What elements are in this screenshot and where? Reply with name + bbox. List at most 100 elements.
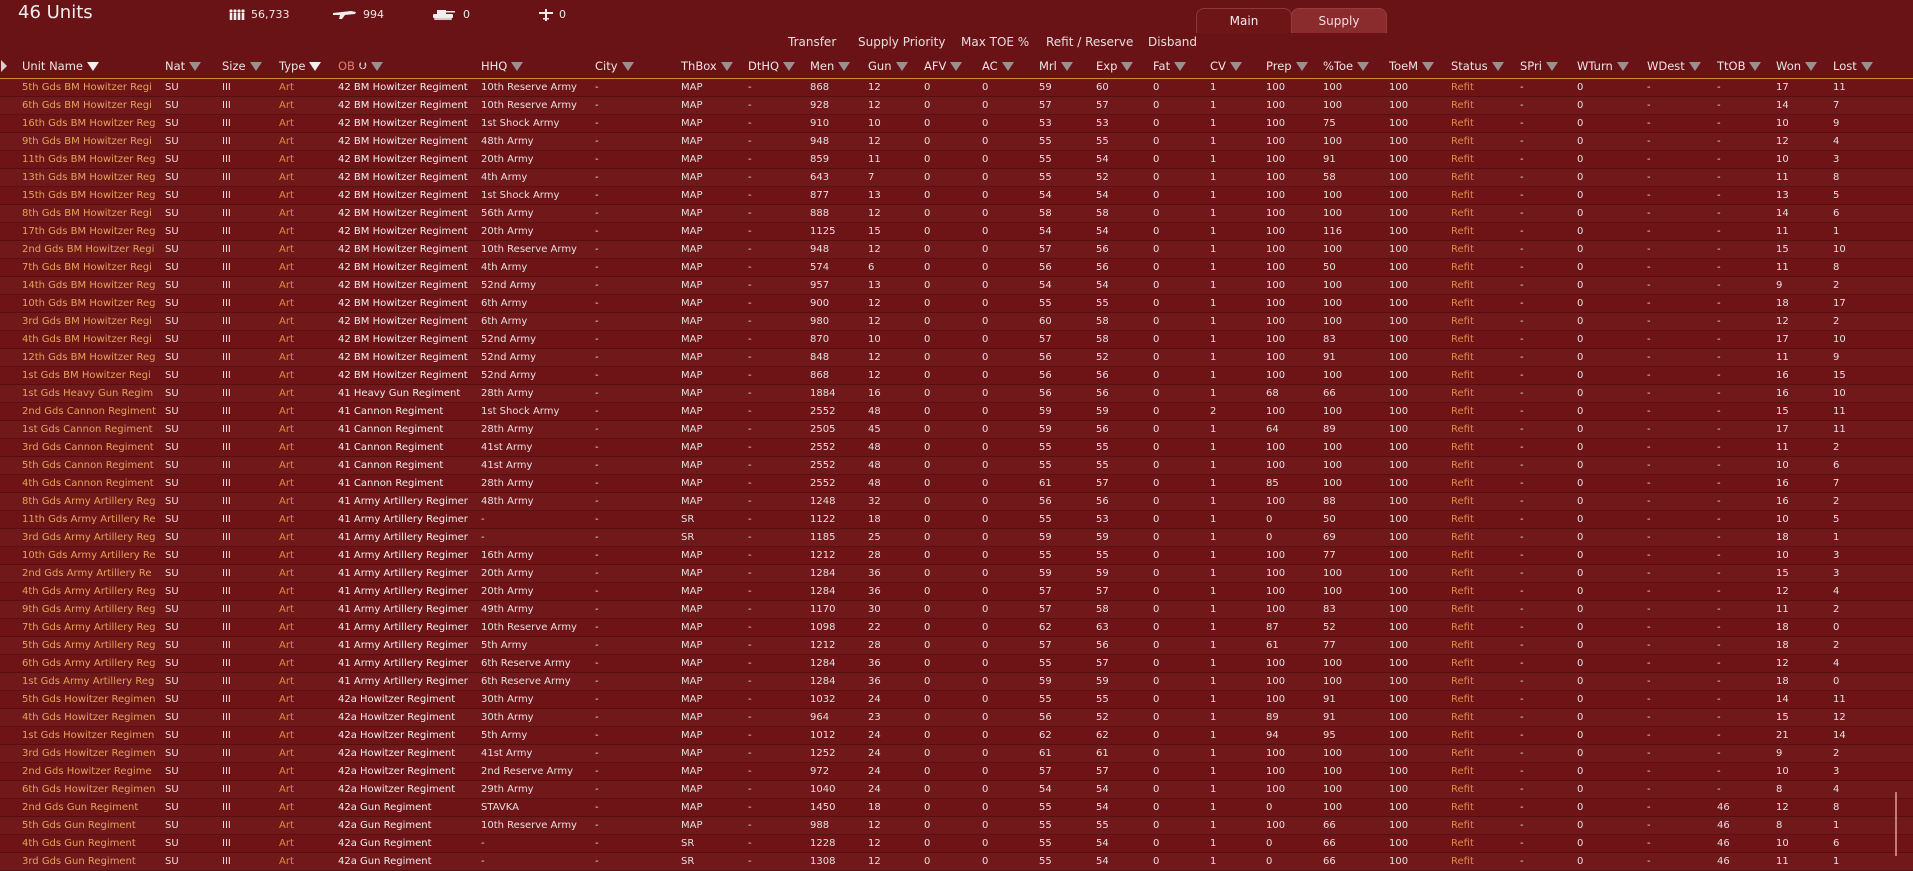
column-header-prep[interactable]: Prep [1266, 57, 1308, 75]
filter-icon[interactable] [1295, 61, 1308, 71]
cell-unit-name[interactable]: 16th Gds BM Howitzer Reg [22, 117, 158, 131]
table-row[interactable]: 4th Gds Gun Regiment SU III Art 42a Gun Regi… [0, 835, 1913, 853]
supply-priority-button[interactable]: Supply Priority [858, 35, 945, 49]
cell-unit-name[interactable]: 5th Gds Cannon Regiment [22, 459, 158, 473]
column-header-toem[interactable]: ToeM [1389, 57, 1435, 75]
cell-unit-name[interactable]: 9th Gds Army Artillery Reg [22, 603, 158, 617]
filter-icon[interactable] [838, 61, 851, 71]
column-header-afv[interactable]: AFV [924, 57, 963, 75]
filter-icon[interactable] [895, 61, 908, 71]
cell-unit-name[interactable]: 4th Gds Gun Regiment [22, 837, 158, 851]
filter-icon[interactable] [1688, 61, 1701, 71]
cell-unit-name[interactable]: 1st Gds BM Howitzer Regi [22, 369, 158, 383]
cell-unit-name[interactable]: 3rd Gds Gun Regiment [22, 855, 158, 869]
table-row[interactable]: 8th Gds Army Artillery Reg SU III Art 41 Arm… [0, 493, 1913, 511]
cell-unit-name[interactable]: 2nd Gds Gun Regiment [22, 801, 158, 815]
table-row[interactable]: 1st Gds BM Howitzer Regi SU III Art 42 BM Ho… [0, 367, 1913, 385]
filter-icon[interactable] [309, 61, 322, 71]
column-header-ac[interactable]: AC [982, 57, 1014, 75]
table-row[interactable]: 1st Gds Heavy Gun Regim SU III Art 41 Heavy … [0, 385, 1913, 403]
column-header-men[interactable]: Men [810, 57, 851, 75]
column-header-status[interactable]: Status [1451, 57, 1504, 75]
column-header-cv[interactable]: CV [1210, 57, 1242, 75]
cell-unit-name[interactable]: 3rd Gds BM Howitzer Regi [22, 315, 158, 329]
table-row[interactable]: 4th Gds Army Artillery Reg SU III Art 41 Arm… [0, 583, 1913, 601]
table-row[interactable]: 2nd Gds Cannon Regiment SU III Art 41 Cannon… [0, 403, 1913, 421]
cell-unit-name[interactable]: 3rd Gds Army Artillery Reg [22, 531, 158, 545]
filter-icon[interactable] [1060, 61, 1073, 71]
tab-supply[interactable]: Supply [1291, 8, 1387, 33]
cell-unit-name[interactable]: 6th Gds Howitzer Regimen [22, 783, 158, 797]
table-row[interactable]: 2nd Gds Gun Regiment SU III Art 42a Gun Regi… [0, 799, 1913, 817]
cell-unit-name[interactable]: 1st Gds Heavy Gun Regim [22, 387, 158, 401]
filter-icon[interactable] [511, 61, 524, 71]
table-row[interactable]: 2nd Gds BM Howitzer Regi SU III Art 42 BM Ho… [0, 241, 1913, 259]
table-row[interactable]: 5th Gds BM Howitzer Regi SU III Art 42 BM Ho… [0, 79, 1913, 97]
table-row[interactable]: 3rd Gds BM Howitzer Regi SU III Art 42 BM Ho… [0, 313, 1913, 331]
column-header-gun[interactable]: Gun [868, 57, 908, 75]
vertical-scrollbar[interactable] [1895, 792, 1897, 856]
cell-unit-name[interactable]: 8th Gds Army Artillery Reg [22, 495, 158, 509]
filter-icon[interactable] [1491, 61, 1504, 71]
cell-unit-name[interactable]: 2nd Gds Howitzer Regime [22, 765, 158, 779]
column-header-city[interactable]: City [595, 57, 634, 75]
table-row[interactable]: 9th Gds BM Howitzer Regi SU III Art 42 BM Ho… [0, 133, 1913, 151]
filter-icon[interactable] [1121, 61, 1134, 71]
cell-unit-name[interactable]: 13th Gds BM Howitzer Reg [22, 171, 158, 185]
filter-icon[interactable] [87, 61, 99, 71]
table-row[interactable]: 13th Gds BM Howitzer Reg SU III Art 42 BM Ho… [0, 169, 1913, 187]
cell-unit-name[interactable]: 7th Gds BM Howitzer Regi [22, 261, 158, 275]
filter-icon[interactable] [1001, 61, 1014, 71]
cell-unit-name[interactable]: 4th Gds BM Howitzer Regi [22, 333, 158, 347]
table-row[interactable]: 12th Gds BM Howitzer Reg SU III Art 42 BM Ho… [0, 349, 1913, 367]
cell-unit-name[interactable]: 8th Gds BM Howitzer Regi [22, 207, 158, 221]
filter-icon[interactable] [1174, 61, 1187, 71]
table-row[interactable]: 4th Gds Cannon Regiment SU III Art 41 Cannon… [0, 475, 1913, 493]
column-header-lost[interactable]: Lost [1833, 57, 1873, 75]
column-header-fat[interactable]: Fat [1153, 57, 1187, 75]
cell-unit-name[interactable]: 10th Gds Army Artillery Re [22, 549, 158, 563]
filter-icon[interactable] [1749, 61, 1762, 71]
column-header-toe[interactable]: %Toe [1323, 57, 1370, 75]
disband-button[interactable]: Disband [1148, 35, 1197, 49]
column-header-type[interactable]: Type [279, 57, 322, 75]
table-row[interactable]: 11th Gds BM Howitzer Reg SU III Art 42 BM Ho… [0, 151, 1913, 169]
column-header-mrl[interactable]: Mrl [1039, 57, 1073, 75]
table-row[interactable]: 5th Gds Gun Regiment SU III Art 42a Gun Regi… [0, 817, 1913, 835]
cell-unit-name[interactable]: 9th Gds BM Howitzer Regi [22, 135, 158, 149]
cell-unit-name[interactable]: 5th Gds Gun Regiment [22, 819, 158, 833]
filter-icon[interactable] [370, 61, 383, 71]
filter-icon[interactable] [189, 61, 202, 71]
cell-unit-name[interactable]: 4th Gds Cannon Regiment [22, 477, 158, 491]
table-row[interactable]: 3rd Gds Gun Regiment SU III Art 42a Gun Regi… [0, 853, 1913, 871]
cell-unit-name[interactable]: 17th Gds BM Howitzer Reg [22, 225, 158, 239]
cell-unit-name[interactable]: 1st Gds Army Artillery Reg [22, 675, 158, 689]
table-row[interactable]: 3rd Gds Army Artillery Reg SU III Art 41 Arm… [0, 529, 1913, 547]
table-row[interactable]: 10th Gds Army Artillery Re SU III Art 41 Arm… [0, 547, 1913, 565]
table-row[interactable]: 8th Gds BM Howitzer Regi SU III Art 42 BM Ho… [0, 205, 1913, 223]
column-header-exp[interactable]: Exp [1096, 57, 1134, 75]
tab-main[interactable]: Main [1196, 8, 1292, 33]
table-row[interactable]: 4th Gds Howitzer Regimen SU III Art 42a Howi… [0, 709, 1913, 727]
refit-reserve-button[interactable]: Refit / Reserve [1046, 35, 1133, 49]
max-toe-button[interactable]: Max TOE % [961, 35, 1029, 49]
cell-unit-name[interactable]: 5th Gds Howitzer Regimen [22, 693, 158, 707]
filter-icon[interactable] [1545, 61, 1558, 71]
filter-icon[interactable] [1229, 61, 1242, 71]
column-header-spri[interactable]: SPri [1520, 57, 1558, 75]
cell-unit-name[interactable]: 6th Gds Army Artillery Reg [22, 657, 158, 671]
table-row[interactable]: 5th Gds Army Artillery Reg SU III Art 41 Arm… [0, 637, 1913, 655]
table-row[interactable]: 15th Gds BM Howitzer Reg SU III Art 42 BM Ho… [0, 187, 1913, 205]
filter-icon[interactable] [1616, 61, 1629, 71]
cell-unit-name[interactable]: 5th Gds BM Howitzer Regi [22, 81, 158, 95]
table-row[interactable]: 10th Gds BM Howitzer Reg SU III Art 42 BM Ho… [0, 295, 1913, 313]
filter-icon[interactable] [249, 61, 262, 71]
table-row[interactable]: 6th Gds Howitzer Regimen SU III Art 42a Howi… [0, 781, 1913, 799]
cell-unit-name[interactable]: 2nd Gds Cannon Regiment [22, 405, 158, 419]
column-header-ttob[interactable]: TtOB [1717, 57, 1762, 75]
table-row[interactable]: 7th Gds BM Howitzer Regi SU III Art 42 BM Ho… [0, 259, 1913, 277]
cell-unit-name[interactable]: 11th Gds Army Artillery Re [22, 513, 158, 527]
filter-icon[interactable] [950, 61, 963, 71]
transfer-button[interactable]: Transfer [788, 35, 836, 49]
cell-unit-name[interactable]: 1st Gds Cannon Regiment [22, 423, 158, 437]
